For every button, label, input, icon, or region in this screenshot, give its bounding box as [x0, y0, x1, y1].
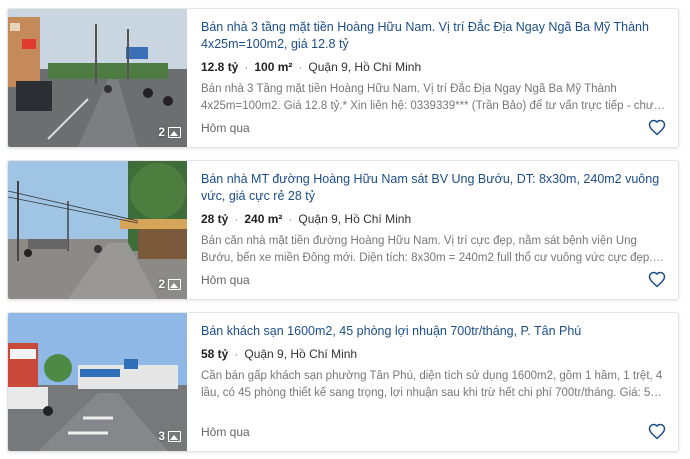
separator-dot: ·	[298, 60, 303, 74]
separator-dot: ·	[244, 60, 249, 74]
listing-price: 28 tỷ	[201, 212, 229, 226]
listing-photo[interactable]: 2	[8, 9, 187, 147]
photo-count: 2	[158, 125, 181, 139]
heart-outline-icon[interactable]	[648, 423, 666, 441]
image-icon	[168, 278, 181, 290]
listing-card-2[interactable]: 2 Bán nhà MT đường Hoàng Hữu Nam sát BV …	[7, 160, 679, 300]
photo-count: 3	[158, 429, 181, 443]
listing-location: Quận 9, Hồ Chí Minh	[298, 212, 412, 226]
photo-count-value: 2	[158, 277, 165, 291]
listing-card-1[interactable]: 2 Bán nhà 3 tầng mặt tiền Hoàng Hữu Nam.…	[7, 8, 679, 148]
listing-posted-date: Hôm qua	[201, 121, 250, 135]
separator-dot: ·	[234, 347, 239, 361]
separator-dot: ·	[288, 212, 293, 226]
heart-outline-icon[interactable]	[648, 271, 666, 289]
heart-outline-icon[interactable]	[648, 119, 666, 137]
listing-card-3[interactable]: 3 Bán khách sạn 1600m2, 45 phòng lợi nhu…	[7, 312, 679, 452]
listing-meta: 28 tỷ · 240 m² · Quận 9, Hồ Chí Minh	[201, 211, 668, 227]
image-icon	[168, 430, 181, 442]
listing-location: Quận 9, Hồ Chí Minh	[244, 347, 358, 361]
separator-dot: ·	[234, 212, 239, 226]
listing-description: Bán căn nhà mặt tiền đường Hoàng Hữu Nam…	[201, 235, 653, 264]
listing-photo[interactable]: 2	[8, 161, 187, 299]
listing-price: 58 tỷ	[201, 347, 229, 361]
listing-price: 12.8 tỷ	[201, 60, 239, 74]
listing-location: Quận 9, Hồ Chí Minh	[308, 60, 422, 74]
listing-posted-date: Hôm qua	[201, 273, 250, 287]
listing-area: 100 m²	[254, 60, 293, 74]
photo-count: 2	[158, 277, 181, 291]
listing-meta: 12.8 tỷ · 100 m² · Quận 9, Hồ Chí Minh	[201, 59, 668, 75]
listing-title[interactable]: Bán nhà MT đường Hoàng Hữu Nam sát BV Un…	[201, 171, 668, 205]
listing-description: Bán nhà 3 Tầng mặt tiền Hoàng Hữu Nam. V…	[201, 83, 660, 112]
listing-title[interactable]: Bán khách sạn 1600m2, 45 phòng lợi nhuận…	[201, 323, 668, 340]
listing-posted-date: Hôm qua	[201, 425, 250, 439]
image-icon	[168, 126, 181, 138]
listing-title[interactable]: Bán nhà 3 tầng mặt tiền Hoàng Hữu Nam. V…	[201, 19, 668, 53]
listing-meta: 58 tỷ · Quận 9, Hồ Chí Minh	[201, 346, 668, 362]
photo-count-value: 2	[158, 125, 165, 139]
listing-area: 240 m²	[244, 212, 283, 226]
listing-photo[interactable]: 3	[8, 313, 187, 451]
photo-count-value: 3	[158, 429, 165, 443]
listing-description: Cần bán gấp khách sạn phường Tân Phú, di…	[201, 370, 663, 399]
